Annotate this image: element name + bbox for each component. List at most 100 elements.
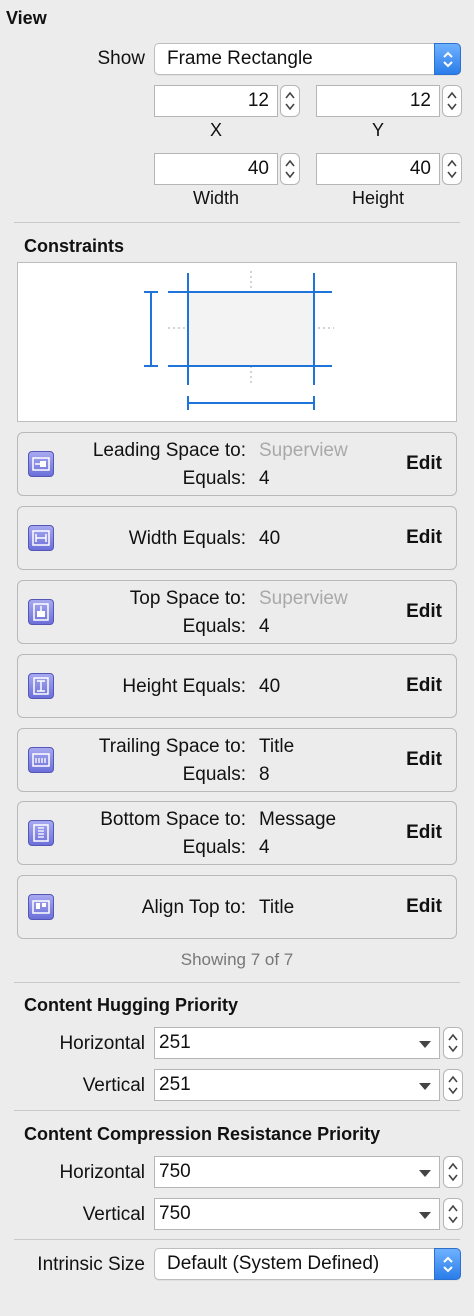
hugging-horizontal-label: Horizontal [59, 1033, 145, 1054]
width-stepper[interactable] [280, 153, 300, 185]
stepper-arrows-icon [447, 91, 457, 111]
edit-button[interactable]: Edit [406, 453, 442, 475]
intrinsic-size-label: Intrinsic Size [37, 1254, 145, 1275]
edit-button[interactable]: Edit [406, 749, 442, 771]
compression-vertical-combo[interactable]: 750 [154, 1198, 440, 1230]
constraint-align-top[interactable]: Align Top to: Title Edit [17, 875, 457, 939]
y-field[interactable]: 12 [316, 85, 440, 117]
constraints-count: Showing 7 of 7 [180, 950, 294, 969]
constraint-width[interactable]: Width Equals: 40 Edit [17, 506, 457, 570]
constraint-label: Trailing Space to: [98, 736, 246, 757]
constraint-equals-label: Equals: [182, 468, 246, 489]
hugging-horizontal-stepper[interactable] [443, 1027, 463, 1059]
compression-vertical-label: Vertical [82, 1204, 145, 1225]
compression-horizontal-combo[interactable]: 750 [154, 1156, 440, 1188]
constraint-equals-label: Equals: [182, 764, 246, 785]
stepper-arrows-icon [285, 91, 295, 111]
divider [14, 222, 460, 223]
constraint-equals-value: 8 [259, 764, 270, 785]
compression-horizontal-stepper[interactable] [443, 1156, 463, 1188]
height-stepper[interactable] [442, 153, 462, 185]
constraint-label: Height Equals: [122, 676, 246, 697]
y-label: Y [371, 120, 384, 140]
constraint-top-space[interactable]: Top Space to: Superview Equals: 4 Edit [17, 580, 457, 644]
constraint-trailing-space[interactable]: Trailing Space to: Title Equals: 8 Edit [17, 728, 457, 792]
show-label: Show [97, 48, 145, 69]
bottom-space-icon [28, 820, 54, 846]
edit-button[interactable]: Edit [406, 527, 442, 549]
show-popup[interactable]: Frame Rectangle [154, 43, 461, 75]
show-popup-value: Frame Rectangle [167, 48, 313, 69]
popup-arrows-icon [434, 43, 461, 75]
height-field[interactable]: 40 [316, 153, 440, 185]
stepper-arrows-icon [448, 1075, 458, 1095]
constraint-target: Title [259, 736, 295, 757]
constraint-equals-label: Equals: [182, 616, 246, 637]
popup-arrows-icon [434, 1248, 461, 1280]
height-label: Height [351, 188, 405, 208]
constraint-bottom-space[interactable]: Bottom Space to: Message Equals: 4 Edit [17, 801, 457, 865]
width-icon [28, 525, 54, 551]
constraint-leading-space[interactable]: Leading Space to: Superview Equals: 4 Ed… [17, 432, 457, 496]
stepper-arrows-icon [447, 159, 457, 179]
width-label: Width [192, 188, 239, 208]
constraint-equals-label: Equals: [182, 837, 246, 858]
height-icon [28, 673, 54, 699]
constraint-equals-value: 4 [259, 468, 270, 489]
compression-vertical-stepper[interactable] [443, 1198, 463, 1230]
hugging-vertical-stepper[interactable] [443, 1069, 463, 1101]
combo-value: 251 [159, 1032, 191, 1053]
constraint-equals-value: 4 [259, 616, 270, 637]
constraint-target: Message [259, 809, 337, 830]
width-field[interactable]: 40 [154, 153, 278, 185]
leading-space-icon [28, 451, 54, 477]
trailing-space-icon [28, 747, 54, 773]
chevron-down-icon[interactable] [419, 1212, 431, 1219]
constraint-label: Leading Space to: [92, 440, 246, 461]
intrinsic-size-popup[interactable]: Default (System Defined) [154, 1248, 461, 1280]
hugging-section-title: Content Hugging Priority [24, 995, 238, 1015]
constraint-label: Top Space to: [129, 588, 246, 609]
top-space-icon [28, 599, 54, 625]
y-stepper[interactable] [442, 85, 462, 117]
chevron-down-icon[interactable] [419, 1041, 431, 1048]
x-field[interactable]: 12 [154, 85, 278, 117]
constraint-label: Bottom Space to: [100, 809, 246, 830]
chevron-down-icon[interactable] [419, 1083, 431, 1090]
edit-button[interactable]: Edit [406, 822, 442, 844]
constraint-label: Width Equals: [128, 528, 246, 549]
stepper-arrows-icon [448, 1033, 458, 1053]
constraint-value: 40 [259, 528, 281, 549]
constraint-height[interactable]: Height Equals: 40 Edit [17, 654, 457, 718]
hugging-horizontal-combo[interactable]: 251 [154, 1027, 440, 1059]
align-top-icon [28, 894, 54, 920]
divider [14, 982, 460, 983]
hugging-vertical-label: Vertical [82, 1075, 145, 1096]
constraint-value: 40 [259, 676, 281, 697]
combo-value: 251 [159, 1074, 191, 1095]
stepper-arrows-icon [285, 159, 295, 179]
hugging-vertical-combo[interactable]: 251 [154, 1069, 440, 1101]
edit-button[interactable]: Edit [406, 675, 442, 697]
x-stepper[interactable] [280, 85, 300, 117]
combo-value: 750 [159, 1203, 191, 1224]
divider [14, 1110, 460, 1111]
view-section-title: View [6, 8, 47, 28]
constraint-target: Superview [259, 588, 348, 609]
edit-button[interactable]: Edit [406, 601, 442, 623]
combo-value: 750 [159, 1161, 191, 1182]
intrinsic-size-value: Default (System Defined) [167, 1253, 380, 1274]
edit-button[interactable]: Edit [406, 896, 442, 918]
chevron-down-icon[interactable] [419, 1170, 431, 1177]
constraint-label: Align Top to: [141, 897, 246, 918]
constraints-section-title: Constraints [24, 236, 125, 256]
constraints-diagram [17, 262, 457, 422]
constraint-equals-value: 4 [259, 837, 270, 858]
constraint-target: Superview [259, 440, 348, 461]
x-label: X [209, 120, 222, 140]
divider [14, 1239, 460, 1240]
constraint-target: Title [259, 897, 295, 918]
compression-section-title: Content Compression Resistance Priority [24, 1124, 381, 1144]
compression-horizontal-label: Horizontal [59, 1162, 145, 1183]
stepper-arrows-icon [448, 1162, 458, 1182]
